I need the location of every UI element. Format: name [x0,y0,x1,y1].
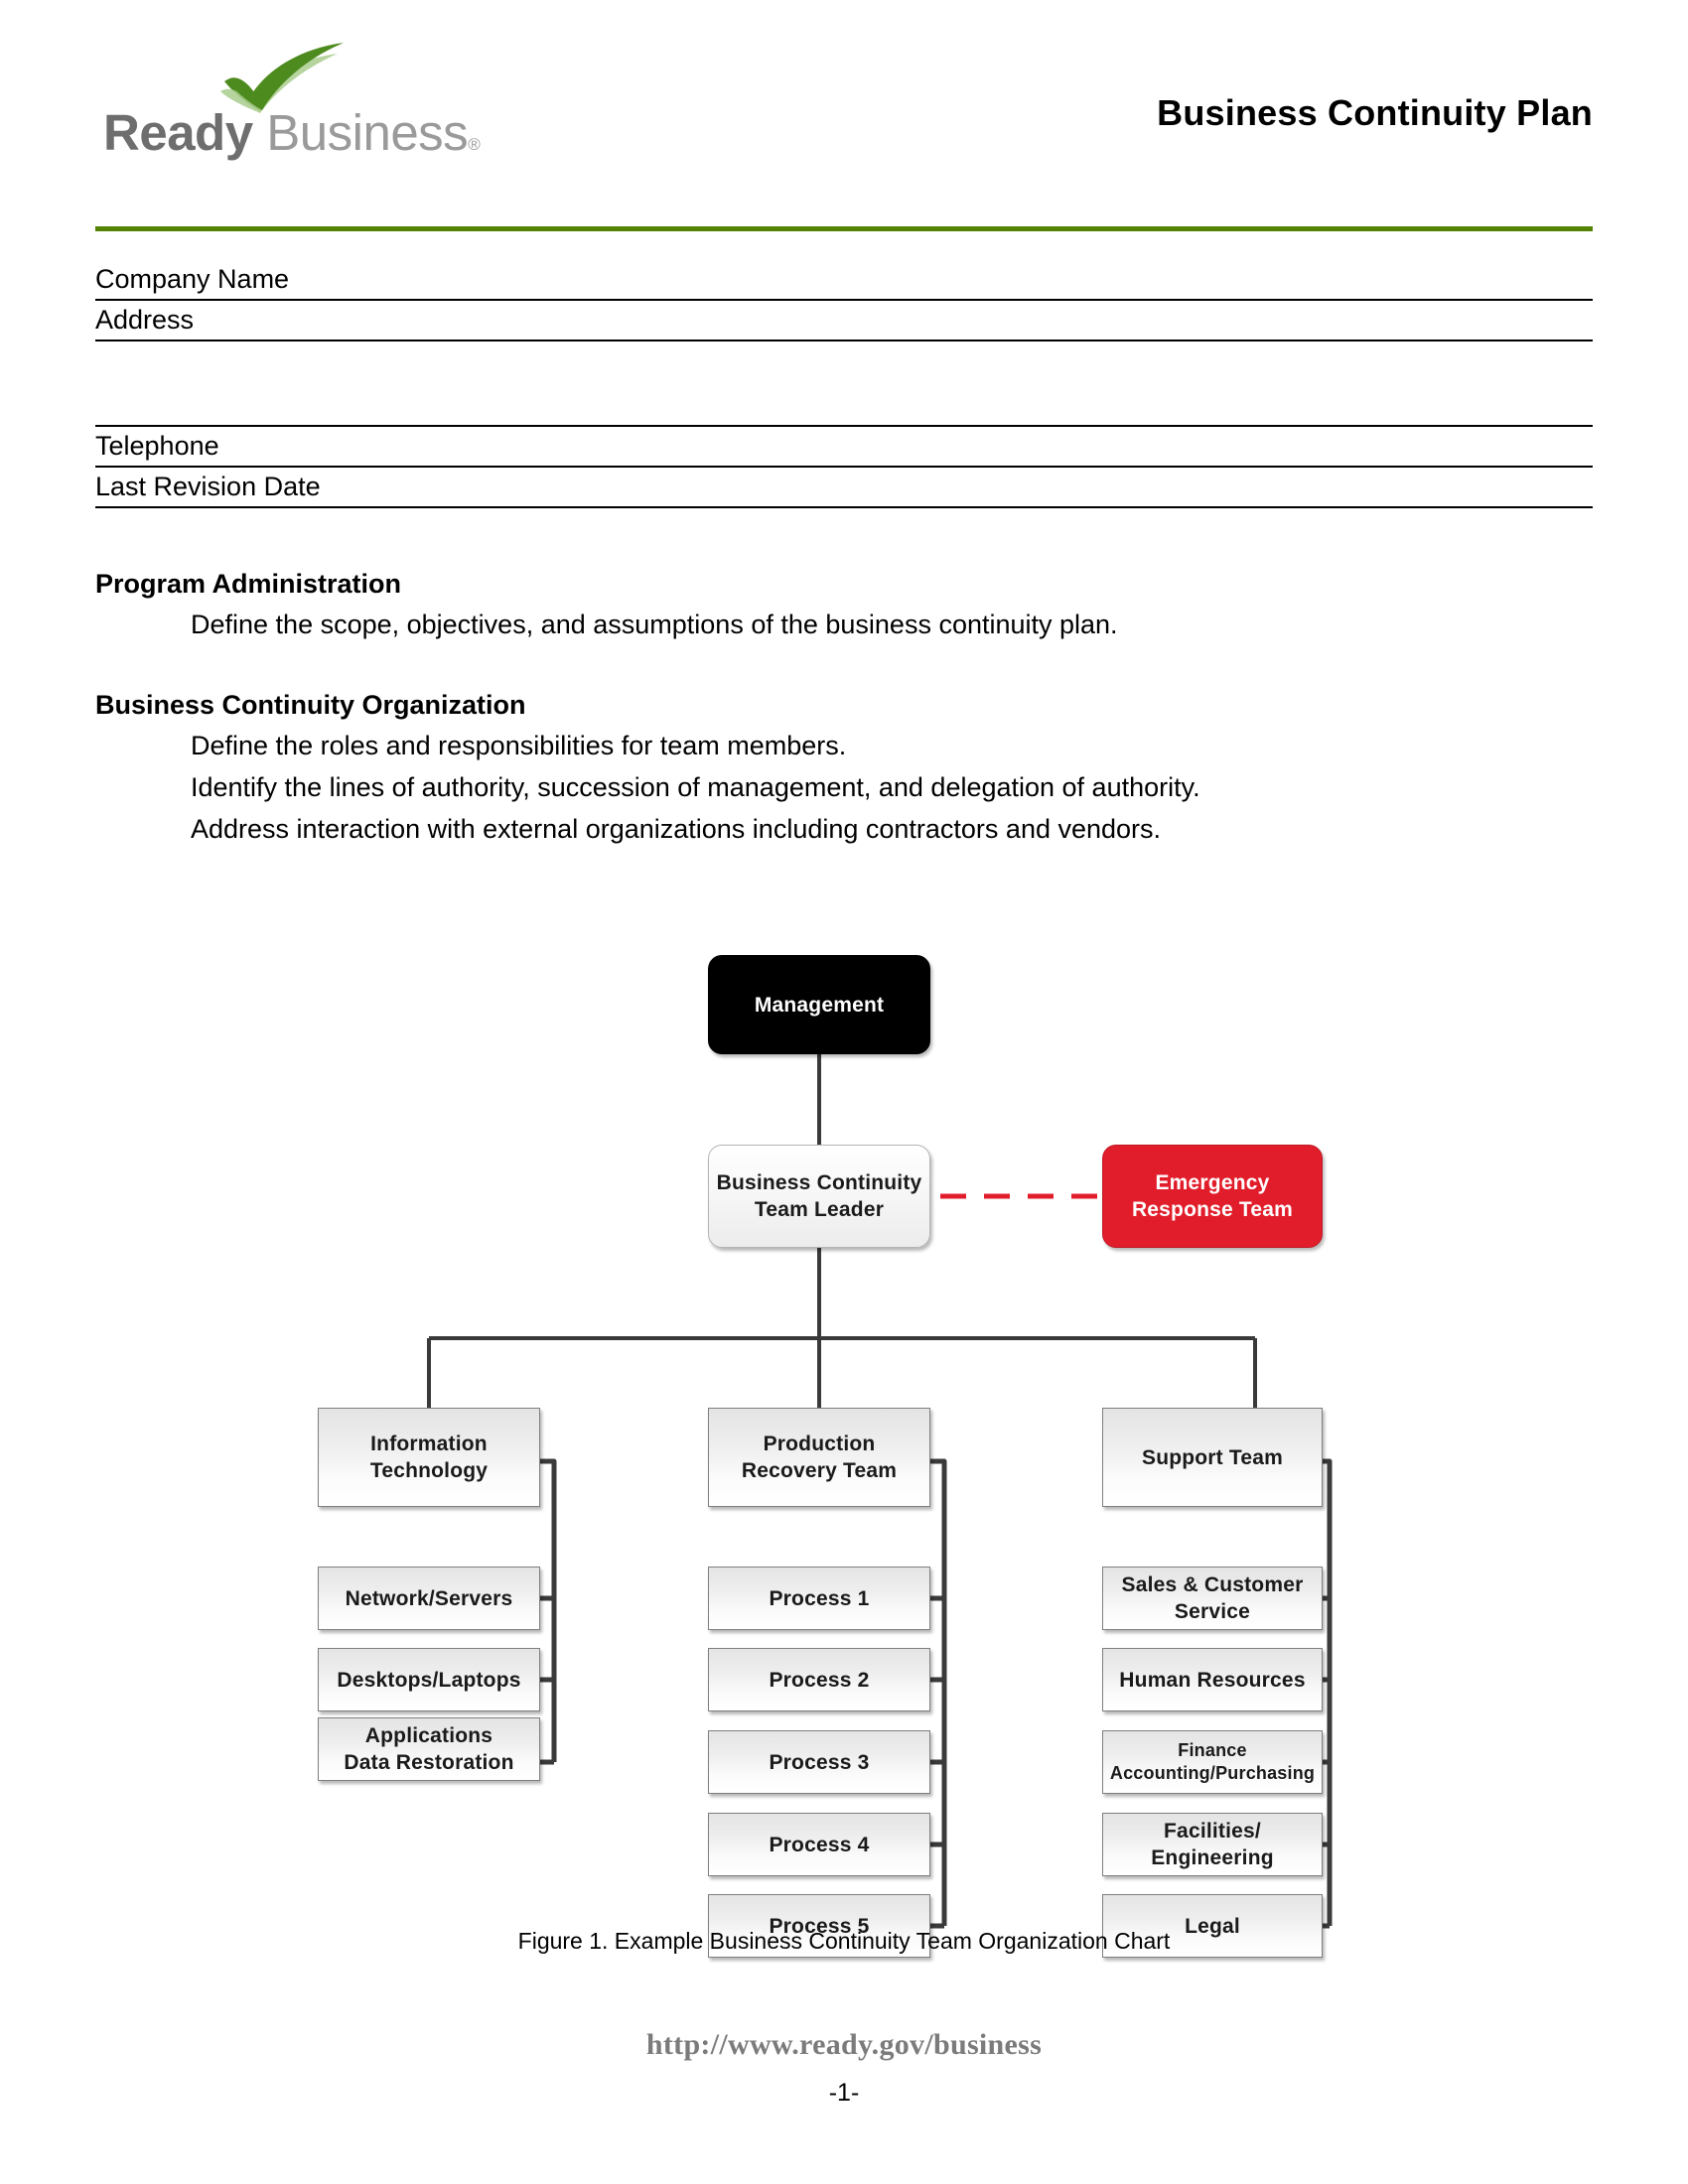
section-line: Define the scope, objectives, and assump… [191,610,1118,639]
field-address-label: Address [95,305,195,335]
node-facilities-label-line1: Facilities/ [1164,1820,1261,1843]
field-address-continuation[interactable] [95,341,1593,427]
node-facilities-label: Facilities/ Engineering [1151,1818,1274,1871]
node-sales-label-line1: Sales & Customer [1121,1573,1304,1596]
node-emergency-label: Emergency Response Team [1132,1169,1293,1223]
node-business-continuity-team-leader[interactable]: Business Continuity Team Leader [708,1145,930,1248]
node-applications-label-line1: Applications [364,1724,493,1747]
green-checkmark-icon [220,43,344,113]
node-process-4[interactable]: Process 4 [708,1813,930,1876]
node-emergency-label-line1: Emergency [1155,1171,1270,1194]
page-title: Business Continuity Plan [1157,92,1593,133]
org-chart: Management Business Continuity Team Lead… [0,933,1688,1958]
node-information-technology[interactable]: Information Technology [318,1408,540,1507]
section-heading: Business Continuity Organization [95,690,526,720]
node-production-label-line1: Production [763,1433,876,1455]
field-telephone[interactable]: Telephone [95,427,1593,468]
node-network-servers[interactable]: Network/Servers [318,1567,540,1630]
node-support-team-label: Support Team [1141,1445,1284,1469]
node-network-servers-label: Network/Servers [345,1586,513,1610]
document-page: Ready Business® Business Continuity Plan… [0,0,1688,2184]
node-finance-accounting-purchasing[interactable]: Finance Accounting/Purchasing [1102,1730,1323,1794]
section-line: Identify the lines of authority, success… [191,772,1200,802]
node-human-resources[interactable]: Human Resources [1102,1648,1323,1711]
section-program-administration: Program Administration Define the scope,… [95,564,1593,645]
ready-business-logo: Ready Business® [103,42,500,161]
section-line: Define the roles and responsibilities fo… [191,731,847,760]
section-line: Address interaction with external organi… [191,814,1162,844]
field-address[interactable]: Address [95,301,1593,341]
section-business-continuity-organization: Business Continuity Organization Define … [95,685,1593,850]
footer-page-number: -1- [828,2079,860,2107]
field-last-revision-date[interactable]: Last Revision Date [95,468,1593,508]
figure-caption: Figure 1. Example Business Continuity Te… [517,1928,1171,1954]
node-finance-label: Finance Accounting/Purchasing [1110,1739,1315,1785]
node-applications-label-line2: Data Restoration [344,1751,514,1774]
node-production-label: Production Recovery Team [742,1431,897,1484]
registered-mark-icon: ® [468,135,481,154]
field-telephone-label: Telephone [95,431,219,461]
node-management-label: Management [754,993,885,1017]
node-it-label-line1: Information [370,1433,488,1455]
node-leader-label-line1: Business Continuity [716,1171,922,1194]
page-header: Ready Business® Business Continuity Plan [95,0,1593,189]
node-sales-label-line2: Service [1174,1600,1251,1623]
node-production-label-line2: Recovery Team [741,1459,898,1482]
node-process-2[interactable]: Process 2 [708,1648,930,1711]
node-sales-customer-service[interactable]: Sales & Customer Service [1102,1567,1323,1630]
header-divider [95,226,1593,231]
node-management[interactable]: Management [708,955,930,1054]
node-applications-data-restoration[interactable]: Applications Data Restoration [318,1717,540,1781]
node-process-3-label: Process 3 [769,1750,870,1774]
node-facilities-label-line2: Engineering [1151,1846,1274,1869]
footer-url[interactable]: http://www.ready.gov/business [0,2028,1688,2062]
node-desktops-laptops-label: Desktops/Laptops [337,1668,521,1692]
node-process-1[interactable]: Process 1 [708,1567,930,1630]
logo-wordmark: Ready Business® [103,104,481,161]
node-human-resources-label: Human Resources [1119,1668,1306,1692]
field-last-revision-date-label: Last Revision Date [95,472,321,501]
node-desktops-laptops[interactable]: Desktops/Laptops [318,1648,540,1711]
node-leader-label-line2: Team Leader [754,1198,885,1221]
node-emergency-label-line2: Response Team [1131,1198,1294,1221]
node-process-3[interactable]: Process 3 [708,1730,930,1794]
company-info-form: Company Name Address Telephone Last Revi… [95,260,1593,508]
section-heading: Program Administration [95,569,402,599]
node-sales-label: Sales & Customer Service [1122,1571,1304,1625]
node-leader-label: Business Continuity Team Leader [717,1169,922,1223]
body-sections: Program Administration Define the scope,… [95,564,1593,850]
field-company-name-label: Company Name [95,264,290,294]
node-production-recovery-team[interactable]: Production Recovery Team [708,1408,930,1507]
node-process-1-label: Process 1 [769,1586,870,1610]
node-process-2-label: Process 2 [769,1668,870,1692]
node-it-label: Information Technology [370,1431,488,1484]
field-company-name[interactable]: Company Name [95,260,1593,301]
node-finance-label-line2: Accounting/Purchasing [1109,1763,1316,1783]
node-it-label-line2: Technology [369,1459,489,1482]
node-emergency-response-team[interactable]: Emergency Response Team [1102,1145,1323,1248]
node-support-team[interactable]: Support Team [1102,1408,1323,1507]
node-finance-label-line1: Finance [1178,1740,1247,1760]
node-process-4-label: Process 4 [769,1833,870,1856]
logo-brand-secondary: Business [252,104,469,161]
logo-brand-primary: Ready [103,104,253,161]
node-facilities-engineering[interactable]: Facilities/ Engineering [1102,1813,1323,1876]
node-applications-label: Applications Data Restoration [344,1722,513,1776]
